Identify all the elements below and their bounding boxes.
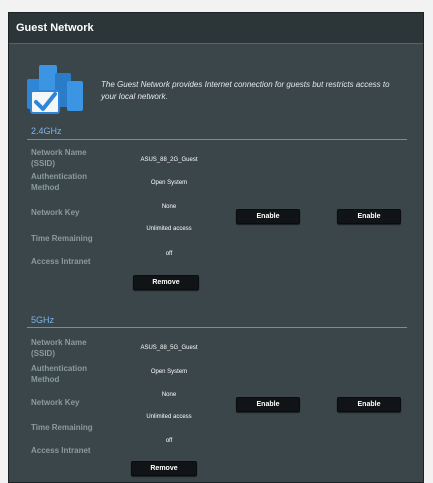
time-value-5g: Unlimited access [146, 414, 192, 420]
enable-button-2g-2[interactable]: Enable [337, 209, 401, 224]
band-divider-2g [27, 139, 407, 140]
remove-button-5g[interactable]: Remove [131, 461, 197, 476]
time-value-2g: Unlimited access [146, 226, 192, 232]
intranet-label-2g: Access Intranet [31, 257, 91, 266]
band-label-5g: 5GHz [31, 315, 55, 325]
ssid-value-5g: ASUS_88_5G_Guest [140, 345, 198, 351]
panel-header: Guest Network [9, 13, 423, 43]
intranet-value-2g: off [165, 251, 173, 257]
ssid-value-2g: ASUS_88_2G_Guest [140, 157, 198, 163]
page-title: Guest Network [16, 22, 94, 34]
band-label-2g: 2.4GHz [31, 126, 62, 136]
time-label-2g: Time Remaining [31, 234, 93, 243]
enable-button-5g-1[interactable]: Enable [236, 397, 300, 412]
key-label-2g: Network Key [31, 208, 80, 217]
intranet-label-5g: Access Intranet [31, 446, 91, 455]
key-value-2g: None [161, 204, 177, 210]
time-label-5g: Time Remaining [31, 423, 93, 432]
remove-button-2g[interactable]: Remove [133, 275, 199, 290]
auth-label-2g: Authentication Method [31, 172, 87, 192]
ssid-label-5g: Network Name (SSID) [31, 338, 87, 358]
header-divider [9, 43, 423, 44]
auth-value-2g: Open System [150, 180, 188, 186]
auth-label-5g: Authentication Method [31, 364, 87, 384]
key-label-5g: Network Key [31, 398, 80, 407]
key-value-5g: None [161, 392, 177, 398]
guest-network-devices-icon [27, 65, 83, 114]
auth-value-5g: Open System [150, 369, 188, 375]
guest-network-panel: Guest Network The Guest Network provides… [8, 12, 424, 483]
enable-button-5g-2[interactable]: Enable [337, 397, 401, 412]
guest-network-description: The Guest Network provides Internet conn… [101, 80, 390, 101]
enable-button-2g-1[interactable]: Enable [236, 209, 300, 224]
band-divider-5g [27, 327, 407, 328]
intranet-value-5g: off [165, 438, 173, 444]
ssid-label-2g: Network Name (SSID) [31, 148, 87, 168]
